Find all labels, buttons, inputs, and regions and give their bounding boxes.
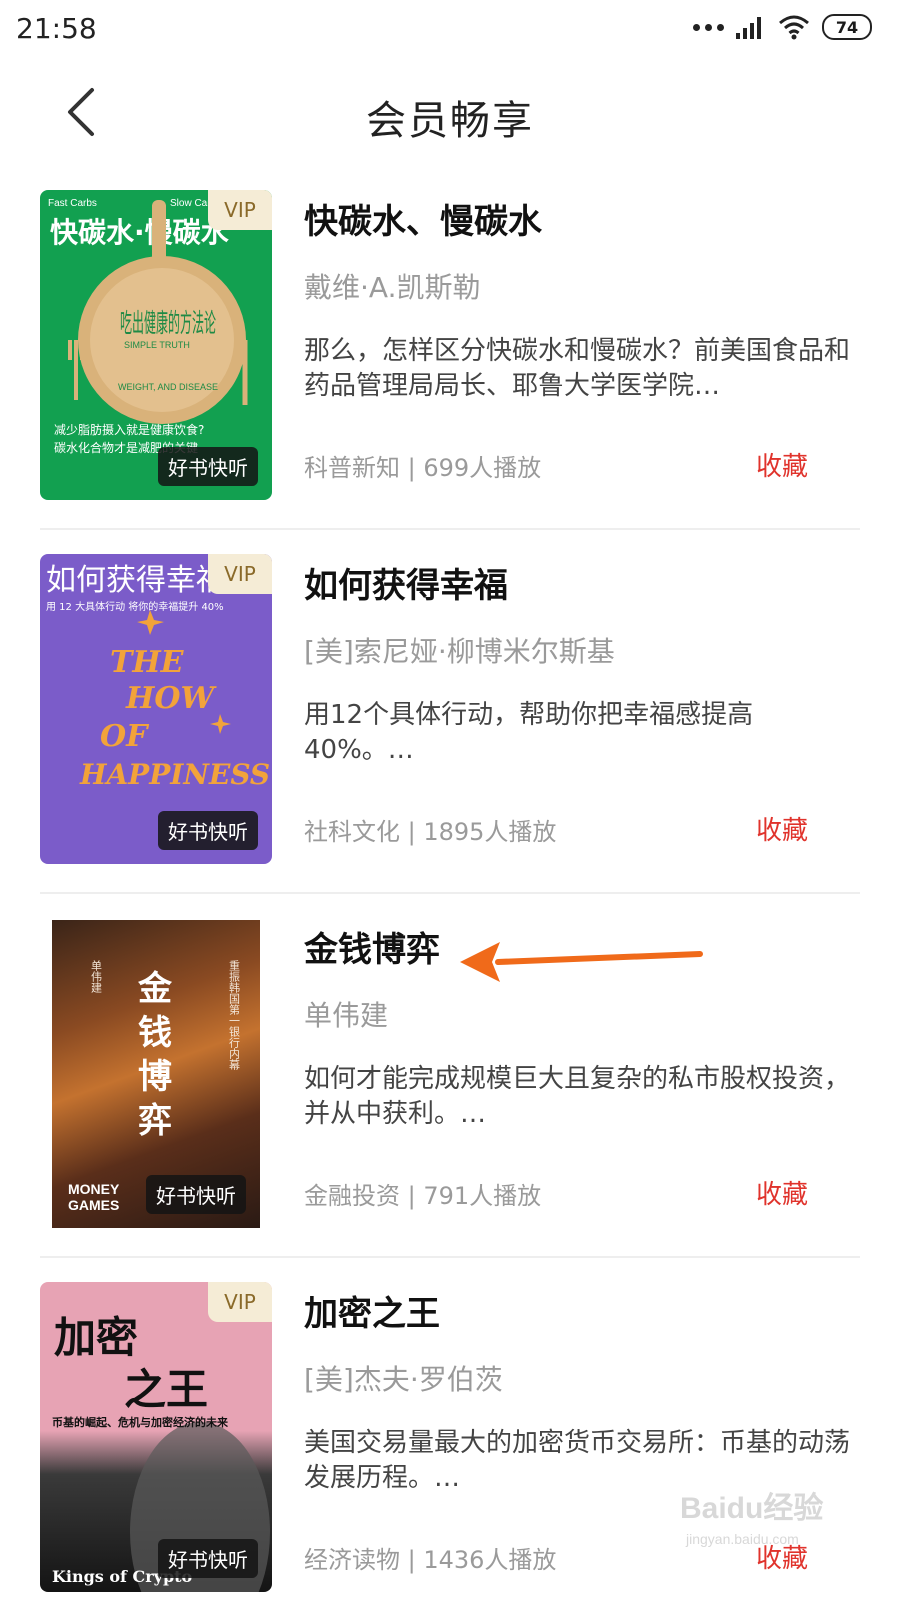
book-description: 那么，怎样区分快碳水和慢碳水？前美国食品和药品管理局局长、耶鲁大学医学院… xyxy=(304,336,851,401)
collect-button[interactable]: 收藏 xyxy=(756,446,808,483)
cover-title-char: 金 xyxy=(137,969,173,1009)
watermark: Baidu经验 jingyan.baidu.com xyxy=(676,1484,856,1554)
collect-button[interactable]: 收藏 xyxy=(756,810,808,847)
book-item[interactable]: 金 钱 博 弈 重振韩国第一银行内幕 单伟建 MONEY GAMES 好书快听 … xyxy=(0,894,900,1258)
collect-button[interactable]: 收藏 xyxy=(756,1174,808,1211)
cover-title-char: 弈 xyxy=(138,1101,172,1141)
cover-title: 快碳水·慢碳水 xyxy=(50,216,230,249)
book-title[interactable]: 如何获得幸福 xyxy=(304,558,508,607)
battery-indicator: 74 xyxy=(822,14,872,40)
cover-en2: GAMES xyxy=(68,1197,119,1213)
book-meta: 科普新知 | 699人播放 xyxy=(304,454,542,482)
cover-title-line1: 加密 xyxy=(54,1313,138,1362)
cover-en1: MONEY xyxy=(68,1181,120,1197)
book-description: 用12个具体行动，帮助你把幸福感提高40%。… xyxy=(304,700,754,765)
baidu-watermark-logo: Baidu经验 jingyan.baidu.com xyxy=(680,1491,823,1547)
book-title[interactable]: 金钱博弈 xyxy=(304,922,440,971)
book-list: Fast Carbs Slow Carbs 快碳水·慢碳水 吃出健康的方法论 S… xyxy=(0,166,900,1622)
book-meta: 金融投资 | 791人播放 xyxy=(304,1182,542,1210)
vip-badge: VIP xyxy=(208,554,272,594)
book-meta: 经济读物 | 1436人播放 xyxy=(304,1546,557,1574)
book-description: 如何才能完成规模巨大且复杂的私市股权投资，并从中获利。… xyxy=(304,1064,851,1129)
cover-author: 单伟建 xyxy=(90,960,103,994)
page-title: 会员畅享 xyxy=(366,98,534,144)
book-author: [美]杰夫·罗伯茨 xyxy=(304,1363,503,1396)
cover-plate-text: 吃出健康的方法论 xyxy=(120,309,216,339)
book-item[interactable]: 如何获得幸福 用 12 大具体行动 将你的幸福提升 40% THE HOW OF… xyxy=(0,530,900,894)
cover-art-line2: HOW xyxy=(125,681,217,716)
cover-subtitle: 币基的崛起、危机与加密经济的未来 xyxy=(52,1415,229,1429)
book-item[interactable]: Fast Carbs Slow Carbs 快碳水·慢碳水 吃出健康的方法论 S… xyxy=(0,166,900,530)
cover-tagline1: 减少脂肪摄入就是健康饮食? xyxy=(54,422,204,437)
cover-plate-en2: WEIGHT, AND DISEASE xyxy=(118,382,218,392)
cover-subtitle: 用 12 大具体行动 将你的幸福提升 40% xyxy=(46,600,224,613)
status-icons: 74 xyxy=(693,14,872,40)
annotation-arrow-icon xyxy=(460,942,703,982)
watermark-url: jingyan.baidu.com xyxy=(685,1531,799,1547)
book-cover[interactable]: 金 钱 博 弈 重振韩国第一银行内幕 单伟建 MONEY GAMES 好书快听 xyxy=(52,920,260,1228)
quick-listen-badge: 好书快听 xyxy=(158,1539,258,1578)
more-dots-icon xyxy=(693,23,724,31)
status-time: 21:58 xyxy=(16,12,97,45)
book-meta: 社科文化 | 1895人播放 xyxy=(304,818,557,846)
book-title[interactable]: 快碳水、慢碳水 xyxy=(304,194,542,243)
book-item[interactable]: 加密 之王 币基的崛起、危机与加密经济的未来 Kings of Crypto V… xyxy=(0,1258,900,1622)
cover-title-char: 钱 xyxy=(138,1013,172,1053)
wifi-icon xyxy=(779,15,809,40)
book-title[interactable]: 加密之王 xyxy=(304,1286,440,1335)
book-author: [美]索尼娅·柳博米尔斯基 xyxy=(304,635,615,668)
book-cover[interactable]: 如何获得幸福 用 12 大具体行动 将你的幸福提升 40% THE HOW OF… xyxy=(40,554,272,864)
vip-badge: VIP xyxy=(208,1282,272,1322)
cover-plate-en1: SIMPLE TRUTH xyxy=(124,340,190,350)
cover-art-line3: OF xyxy=(100,719,150,754)
nav-bar: 会员畅享 xyxy=(0,62,900,166)
cover-title: 如何获得幸福 xyxy=(46,563,226,598)
vip-badge: VIP xyxy=(208,190,272,230)
book-author: 单伟建 xyxy=(304,999,389,1032)
book-cover[interactable]: Fast Carbs Slow Carbs 快碳水·慢碳水 吃出健康的方法论 S… xyxy=(40,190,272,500)
status-bar: 21:58 74 xyxy=(0,0,900,62)
cover-art-line4: HAPPINESS xyxy=(79,758,270,791)
signal-icon xyxy=(736,17,761,39)
quick-listen-badge: 好书快听 xyxy=(158,811,258,850)
quick-listen-badge: 好书快听 xyxy=(158,447,258,486)
book-author: 戴维·A.凯斯勒 xyxy=(304,271,481,304)
cover-art-line1: THE xyxy=(110,645,185,680)
cover-title-line2: 之王 xyxy=(124,1365,208,1414)
cover-side-text: 重振韩国第一银行内幕 xyxy=(228,959,241,1071)
watermark-text: Baidu经验 xyxy=(680,1491,823,1525)
book-cover[interactable]: 加密 之王 币基的崛起、危机与加密经济的未来 Kings of Crypto V… xyxy=(40,1282,272,1592)
quick-listen-badge: 好书快听 xyxy=(146,1175,246,1214)
cover-top-left: Fast Carbs xyxy=(48,198,97,209)
cover-title-char: 博 xyxy=(138,1057,172,1097)
